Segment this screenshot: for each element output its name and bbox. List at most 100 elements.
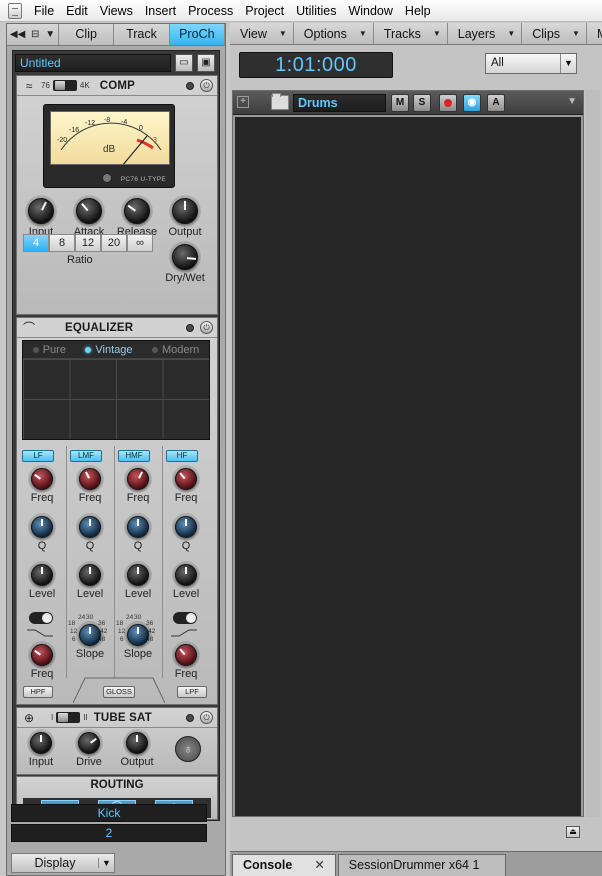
comp-mode-toggle[interactable] [52, 80, 77, 91]
channel-name[interactable]: Kick [11, 804, 207, 822]
solo-button[interactable]: S [413, 94, 431, 112]
chevron-down-icon[interactable]: ▼ [560, 54, 576, 73]
lmf-freq-knob[interactable]: Freq [68, 468, 112, 504]
inspector-tabs: ◀◀ ⊟ ▼ Clip Track ProCh [7, 24, 225, 46]
vertical-scrollbar[interactable] [586, 90, 600, 817]
rewind-icon[interactable]: ◀◀ [10, 29, 25, 40]
input-monitor-button[interactable]: ◉ [463, 94, 481, 112]
comp-attack-knob[interactable]: Attack [67, 198, 111, 238]
lf-freq-knob[interactable]: Freq [20, 468, 64, 504]
lf-q-knob[interactable]: Q [20, 516, 64, 552]
chevron-down-icon[interactable]: ▼ [567, 96, 577, 107]
gloss-button[interactable]: GLOSS [103, 686, 135, 698]
lmf-q-knob[interactable]: Q [68, 516, 112, 552]
hpf-freq-knob[interactable]: Freq [20, 644, 64, 680]
eq-mode-modern[interactable]: Modern [151, 344, 199, 356]
lpf-freq-knob[interactable]: Freq [164, 644, 208, 680]
eq-options-dot[interactable] [186, 323, 194, 332]
hmf-q-knob[interactable]: Q [116, 516, 160, 552]
eq-band-hmf-button[interactable]: HMF [118, 450, 150, 462]
tubesat-output-knob[interactable]: Output [115, 732, 159, 768]
preset-name[interactable]: Untitled [15, 54, 171, 72]
hmf-freq-knob[interactable]: Freq [116, 468, 160, 504]
comp-input-knob[interactable]: Input [19, 198, 63, 238]
layout-icon[interactable]: ⊟ [31, 29, 39, 40]
menu-edit[interactable]: Edit [60, 0, 94, 22]
hf-freq-knob[interactable]: Freq [164, 468, 208, 504]
ratio-infinity-button[interactable]: ∞ [127, 234, 153, 252]
midi-menu[interactable]: MI [587, 23, 602, 44]
tab-clip[interactable]: Clip [59, 24, 115, 45]
tab-track[interactable]: Track [114, 24, 170, 45]
eq-power-icon[interactable]: ⏻ [200, 321, 213, 334]
comp-release-knob[interactable]: Release [115, 198, 159, 238]
hf-level-knob[interactable]: Level [164, 564, 208, 600]
ratio-8-button[interactable]: 8 [49, 234, 75, 252]
tubesat-mode-toggle[interactable] [56, 712, 81, 723]
menu-process[interactable]: Process [182, 0, 239, 22]
lmf-level-knob[interactable]: Level [68, 564, 112, 600]
menu-file[interactable]: File [28, 0, 60, 22]
eq-graph[interactable] [23, 359, 209, 439]
menu-project[interactable]: Project [239, 0, 290, 22]
chevron-down-icon[interactable]: ▼ [98, 858, 114, 868]
lpf-slope-knob[interactable]: Slope [116, 624, 160, 660]
comp-drywet-knob[interactable]: Dry/Wet [163, 244, 207, 284]
comp-power-icon[interactable]: ⏻ [200, 79, 213, 92]
record-arm-button[interactable] [439, 94, 457, 112]
track-filter-select[interactable]: All ▼ [485, 53, 577, 74]
track-name[interactable]: Drums [293, 94, 386, 112]
hf-shelf-switch[interactable] [173, 612, 197, 624]
chevron-down-icon[interactable]: ▼ [45, 29, 55, 40]
folder-icon[interactable] [271, 93, 289, 110]
expand-icon[interactable]: + [237, 96, 249, 108]
lf-shelf-switch[interactable] [29, 612, 53, 624]
hmf-level-knob[interactable]: Level [116, 564, 160, 600]
ratio-4-button[interactable]: 4 [23, 234, 49, 252]
hf-q-knob[interactable]: Q [164, 516, 208, 552]
comp-options-dot[interactable] [186, 81, 194, 90]
eq-band-lf-button[interactable]: LF [22, 450, 54, 462]
hpf-slope-knob[interactable]: Slope [68, 624, 112, 660]
menu-utilities[interactable]: Utilities [290, 0, 342, 22]
close-icon[interactable]: ✕ [314, 855, 324, 876]
ratio-20-button[interactable]: 20 [101, 234, 127, 252]
comp-output-knob[interactable]: Output [163, 198, 207, 238]
menu-insert[interactable]: Insert [139, 0, 182, 22]
tubesat-power-icon[interactable]: ⏻ [200, 711, 213, 724]
tubesat-drive-knob[interactable]: Drive [67, 732, 111, 768]
lpf-button[interactable]: LPF [177, 686, 207, 698]
options-menu[interactable]: Options ▼ [294, 23, 374, 44]
ratio-12-button[interactable]: 12 [75, 234, 101, 252]
time-display[interactable]: 1:01:000 [239, 52, 393, 78]
tab-session-drummer[interactable]: SessionDrummer x64 1 [337, 854, 506, 876]
track-body[interactable] [235, 117, 581, 816]
eq-mode-vintage[interactable]: Vintage [85, 344, 133, 356]
tubesat-options-dot[interactable] [186, 713, 194, 722]
automation-button[interactable]: A [487, 94, 505, 112]
tubesat-input-knob[interactable]: Input [19, 732, 63, 768]
mute-button[interactable]: M [391, 94, 409, 112]
tab-prochannel[interactable]: ProCh [169, 24, 225, 45]
menu-views[interactable]: Views [94, 0, 139, 22]
view-menu[interactable]: View ▼ [230, 23, 294, 44]
eq-mode-pure[interactable]: Pure [32, 344, 66, 356]
eq-display: Pure Vintage Modern [22, 340, 210, 440]
eq-band-lmf-button[interactable]: LMF [70, 450, 102, 462]
app-icon[interactable] [8, 2, 22, 19]
menu-window[interactable]: Window [342, 0, 398, 22]
hpf-button[interactable]: HPF [23, 686, 53, 698]
inspector-nav: ◀◀ ⊟ ▼ [7, 24, 59, 45]
eq-band-hf-button[interactable]: HF [166, 450, 198, 462]
eject-icon[interactable]: ⏏ [566, 826, 580, 838]
layers-menu[interactable]: Layers ▼ [448, 23, 523, 44]
clips-menu[interactable]: Clips ▼ [522, 23, 587, 44]
display-dropdown[interactable]: Display ▼ [11, 853, 115, 873]
tab-console[interactable]: Console ✕ [232, 854, 336, 876]
lf-level-knob[interactable]: Level [20, 564, 64, 600]
folder-open-icon[interactable]: ▭ [175, 54, 193, 72]
save-icon[interactable]: ▣ [197, 54, 215, 72]
menu-help[interactable]: Help [399, 0, 437, 22]
tracks-menu[interactable]: Tracks ▼ [374, 23, 448, 44]
eq-mode-selector: Pure Vintage Modern [23, 341, 209, 359]
